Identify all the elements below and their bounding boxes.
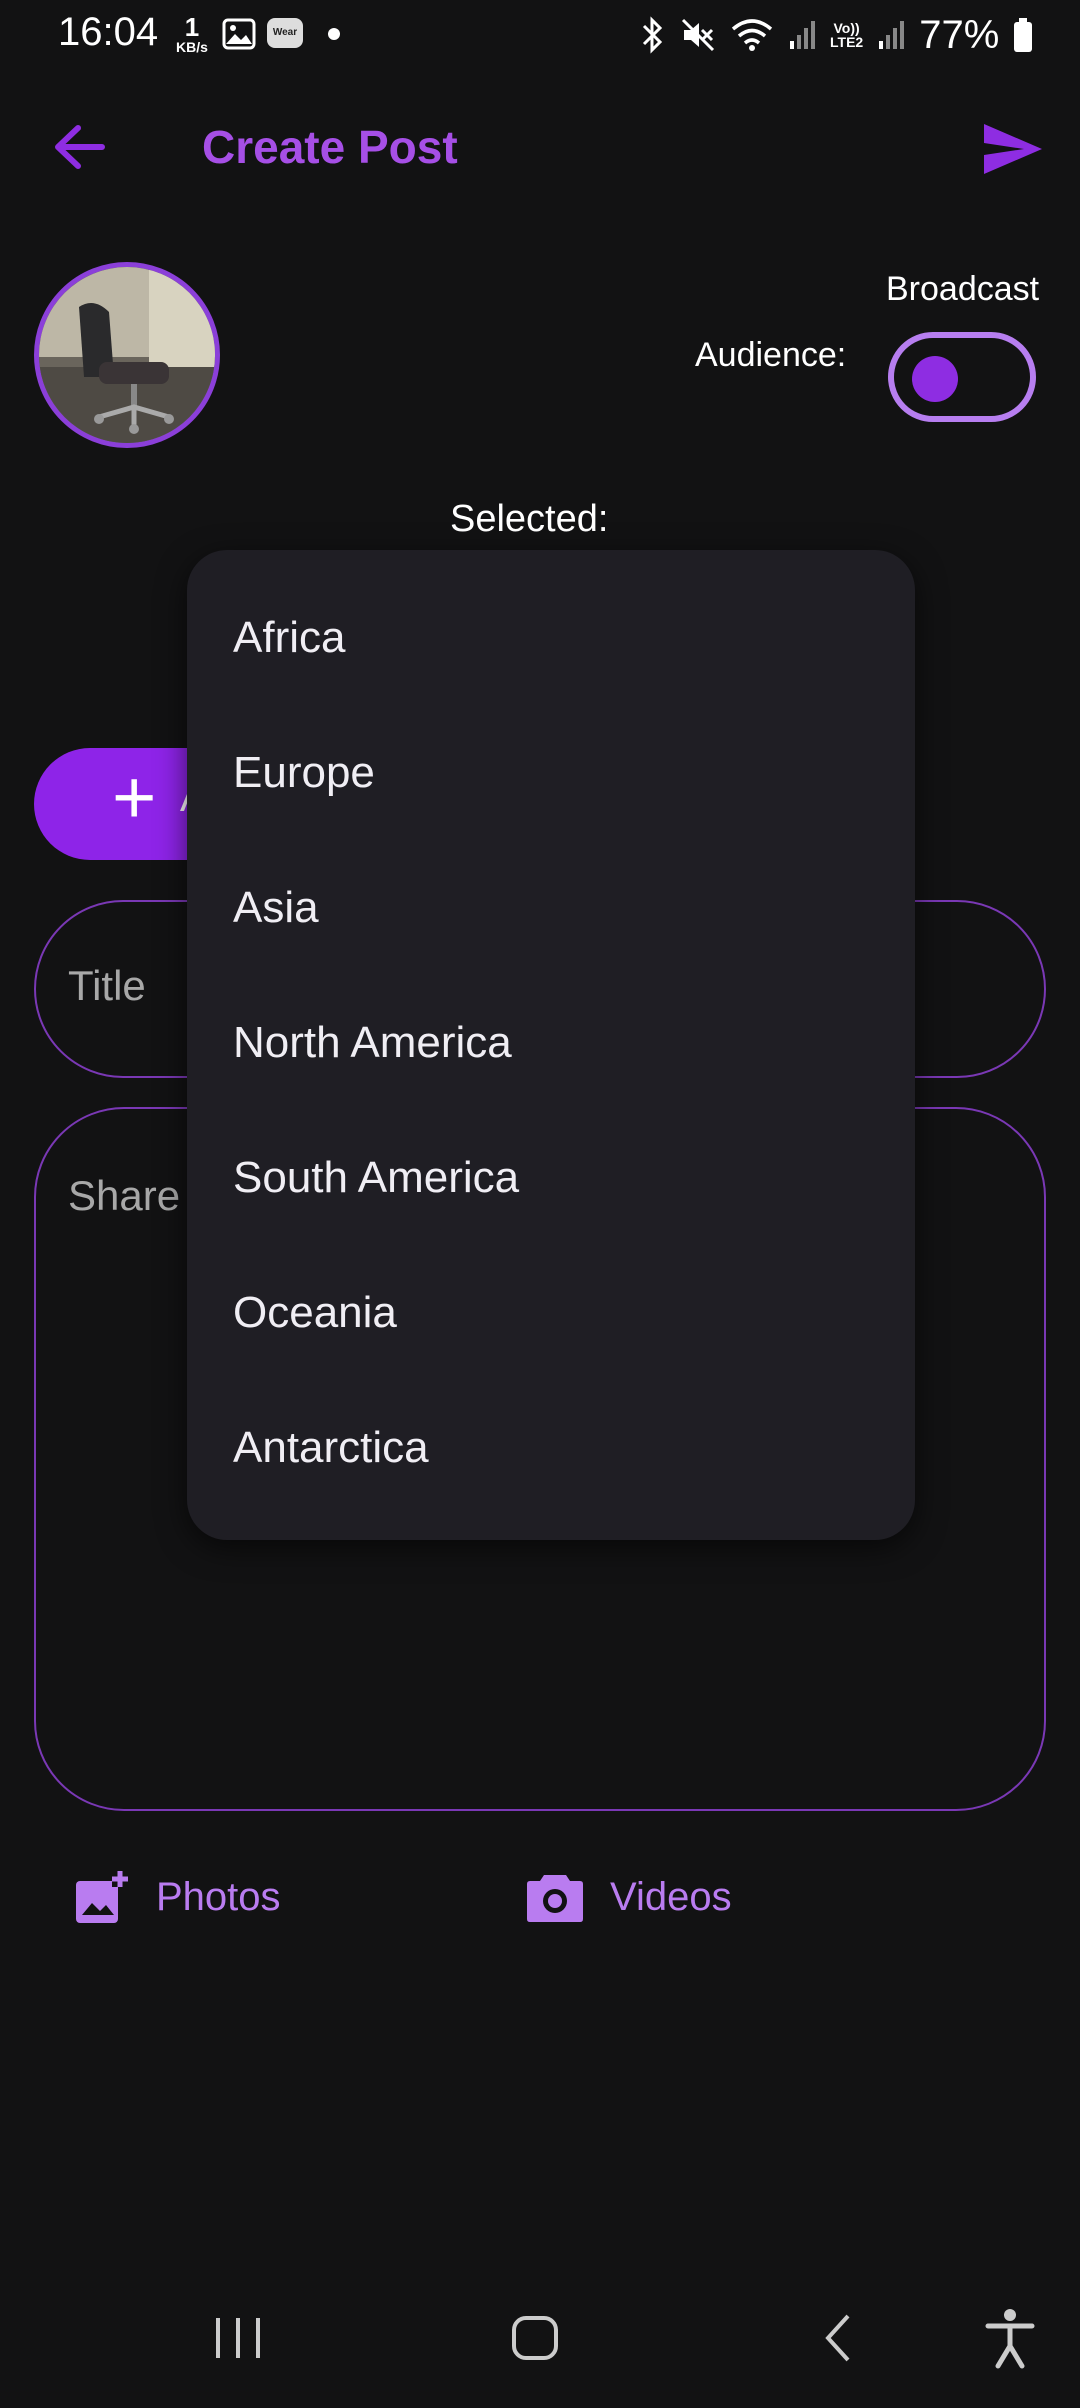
menu-item-north-america[interactable]: North America (187, 975, 915, 1110)
bluetooth-icon (642, 16, 663, 54)
back-button[interactable] (50, 118, 108, 176)
network-speed-unit: KB/s (176, 39, 208, 55)
post-body-placeholder: Share (68, 1172, 181, 1219)
battery-icon (1014, 18, 1033, 52)
audience-label: Audience: (695, 336, 847, 374)
status-icons: Vo)) LTE2 77% (640, 12, 1033, 58)
chevron-left-icon (825, 2314, 850, 2362)
home-icon (512, 2316, 558, 2360)
network-speed: 1 KB/s (170, 14, 214, 54)
broadcast-toggle[interactable] (888, 332, 1036, 422)
menu-item-oceania[interactable]: Oceania (187, 1245, 915, 1380)
home-button[interactable] (508, 2310, 564, 2366)
camera-icon (527, 1875, 583, 1922)
page-title: Create Post (202, 121, 458, 173)
send-icon (984, 124, 1042, 174)
gallery-notification-icon (222, 18, 256, 55)
menu-item-europe[interactable]: Europe (187, 705, 915, 840)
arrow-left-icon (55, 125, 105, 169)
add-photo-icon (76, 1869, 130, 1923)
recent-apps-button[interactable] (208, 2310, 268, 2366)
accessibility-button[interactable] (980, 2306, 1040, 2370)
volte-lte-icon: Vo)) LTE2 (830, 21, 863, 49)
toggle-knob (912, 356, 958, 402)
region-dropdown-menu: Africa Europe Asia North America South A… (187, 550, 915, 1540)
avatar[interactable] (34, 262, 220, 448)
avatar-photo-office-chair (39, 267, 215, 443)
menu-item-south-america[interactable]: South America (187, 1110, 915, 1245)
videos-button[interactable]: Videos (526, 1862, 732, 1932)
nav-back-button[interactable] (812, 2310, 868, 2366)
wifi-icon (731, 19, 773, 51)
menu-item-asia[interactable]: Asia (187, 840, 915, 975)
send-post-button[interactable] (982, 118, 1044, 180)
mute-icon (681, 18, 715, 52)
battery-percent: 77% (919, 12, 1000, 57)
status-bar: 16:04 1 KB/s Wear Vo)) LTE2 77% (0, 0, 1080, 70)
photos-button[interactable]: Photos (74, 1862, 281, 1932)
plus-icon: + (112, 755, 157, 840)
network-speed-value: 1 (184, 12, 200, 42)
status-time: 16:04 (58, 10, 159, 54)
wear-app-icon: Wear (267, 18, 303, 48)
videos-label: Videos (610, 1874, 732, 1919)
signal-2-icon (879, 21, 905, 49)
notification-dot-icon (328, 28, 340, 40)
photos-label: Photos (156, 1874, 281, 1919)
selected-label: Selected: (450, 498, 609, 540)
lte-label: LTE2 (830, 34, 864, 50)
title-placeholder: Title (68, 962, 146, 1009)
signal-1-icon (790, 21, 815, 49)
accessibility-icon (985, 2309, 1035, 2369)
recent-apps-icon (216, 2318, 260, 2358)
menu-item-antarctica[interactable]: Antarctica (187, 1380, 915, 1515)
broadcast-label: Broadcast (886, 270, 1040, 308)
menu-item-africa[interactable]: Africa (187, 570, 915, 705)
